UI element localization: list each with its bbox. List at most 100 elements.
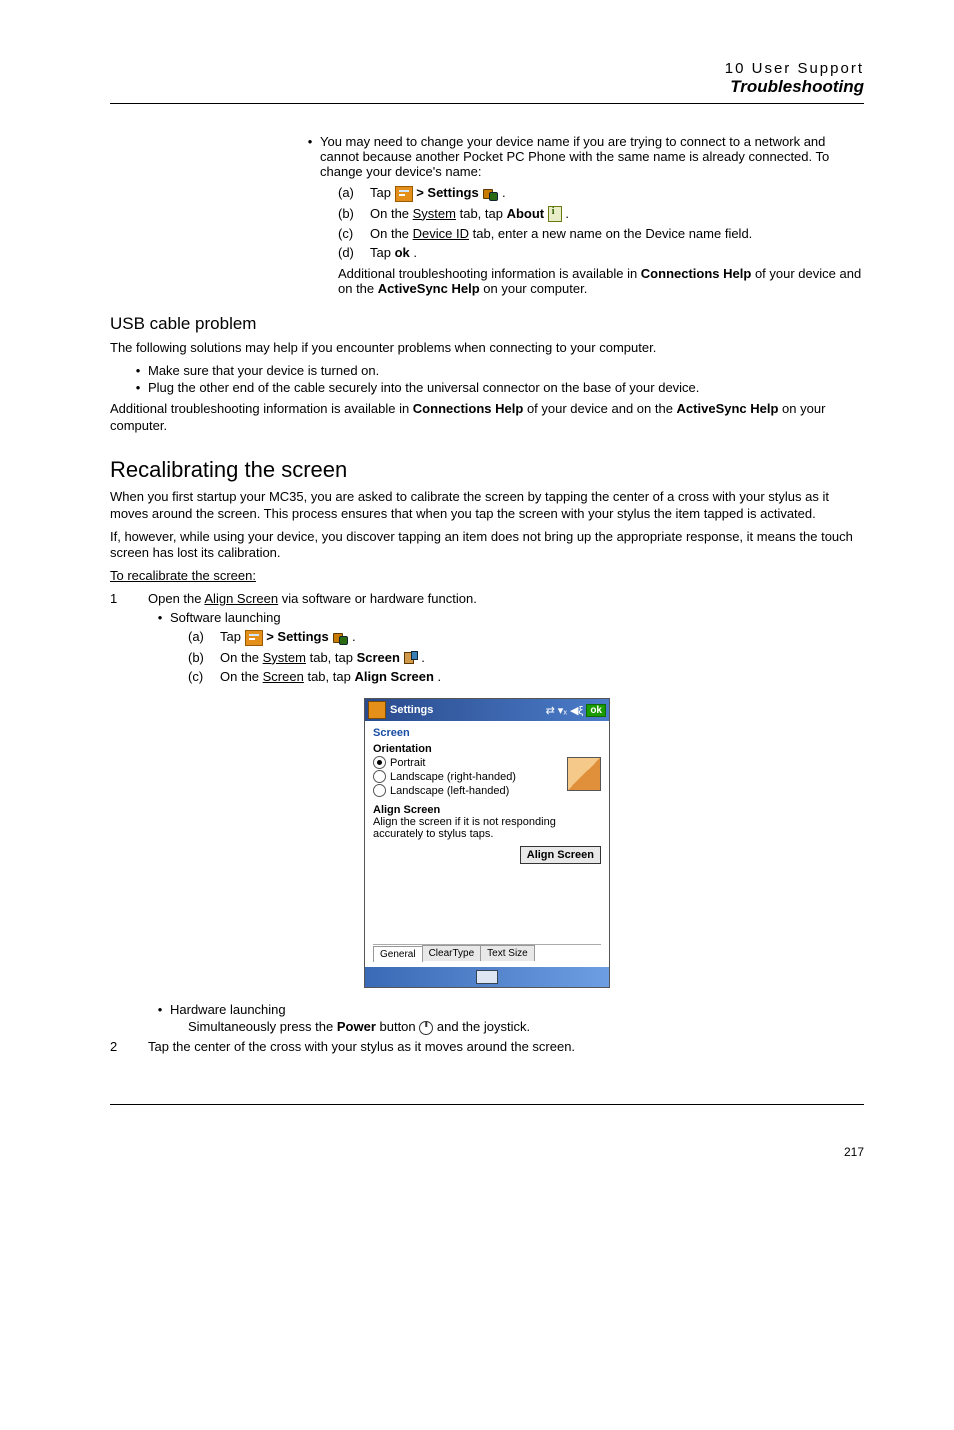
step-b-pre: On the xyxy=(370,206,413,221)
page-number: 217 xyxy=(110,1145,864,1159)
step-c-pre: On the xyxy=(370,226,413,241)
align-screen-desc: Align the screen if it is not responding… xyxy=(373,816,601,840)
n1-post: via software or hardware function. xyxy=(282,591,477,606)
hw-b: Power xyxy=(337,1019,376,1034)
step-b-mid: tab, tap xyxy=(460,206,507,221)
settings-icon xyxy=(332,631,348,645)
soft-label-a: (a) xyxy=(188,629,220,644)
recal-p1: When you first startup your MC35, you ar… xyxy=(110,489,864,523)
bullet-dot: • xyxy=(128,380,148,395)
align-screen-button[interactable]: Align Screen xyxy=(520,846,601,864)
power-icon xyxy=(419,1021,433,1035)
usb-note-b2: ActiveSync Help xyxy=(677,401,779,416)
start-menu-icon[interactable] xyxy=(368,701,386,719)
start-icon xyxy=(245,630,263,646)
step-c-device: Device ID xyxy=(413,226,469,241)
align-screen-heading: Align Screen xyxy=(373,804,601,816)
n2-text: Tap the center of the cross with your st… xyxy=(148,1039,575,1054)
recal-p2: If, however, while using your device, yo… xyxy=(110,529,864,563)
step-c-post: tab, enter a new name on the Device name… xyxy=(473,226,753,241)
hw-pre: Simultaneously press the xyxy=(188,1019,337,1034)
step-b-system: System xyxy=(413,206,456,221)
n1-pre: Open the xyxy=(148,591,204,606)
signal-icon[interactable]: ▾ₓ xyxy=(558,704,567,717)
soft-label-b: (b) xyxy=(188,650,220,665)
keyboard-icon[interactable] xyxy=(476,970,498,984)
volume-icon[interactable]: ◀ξ xyxy=(570,704,583,717)
usb-note-mid: of your device and on the xyxy=(527,401,677,416)
soft-c-post: . xyxy=(438,669,442,684)
step-b-post: . xyxy=(565,206,569,221)
note1-pre: Additional troubleshooting information i… xyxy=(338,266,641,281)
radio-icon[interactable] xyxy=(373,770,386,783)
soft-c-mid: tab, tap xyxy=(307,669,354,684)
bullet-dot: • xyxy=(150,610,170,625)
soft-b-b: Screen xyxy=(357,650,400,665)
bullet-dot: • xyxy=(150,1002,170,1017)
soft-c-pre: On the xyxy=(220,669,263,684)
screen-icon xyxy=(404,651,418,665)
footer-rule xyxy=(110,1104,864,1105)
tab-general[interactable]: General xyxy=(373,946,423,962)
sip-bar xyxy=(365,967,609,987)
step-a-post: . xyxy=(502,185,506,200)
usb-b2: Plug the other end of the cable securely… xyxy=(148,380,864,395)
radio-landscape-left[interactable]: Landscape (left-handed) xyxy=(373,784,567,797)
orientation-label: Orientation xyxy=(373,743,601,755)
radio-icon[interactable] xyxy=(373,784,386,797)
radio-land-l-label: Landscape (left-handed) xyxy=(390,785,509,797)
step-d-bold: ok xyxy=(395,245,410,260)
note1-b2: ActiveSync Help xyxy=(378,281,480,296)
soft-b-pre: On the xyxy=(220,650,263,665)
header-chapter: 10 User Support xyxy=(110,60,864,77)
software-launching: Software launching xyxy=(170,610,864,625)
radio-land-r-label: Landscape (right-handed) xyxy=(390,771,516,783)
step-label-a: (a) xyxy=(338,185,370,200)
note1-b1: Connections Help xyxy=(641,266,752,281)
soft-b-post: . xyxy=(421,650,425,665)
connectivity-icon[interactable]: ⇄ xyxy=(546,704,555,717)
soft-a-pre: Tap xyxy=(220,629,245,644)
start-icon xyxy=(395,186,413,202)
tab-cleartype[interactable]: ClearType xyxy=(422,945,482,961)
usb-b1: Make sure that your device is turned on. xyxy=(148,363,864,378)
soft-b-u: System xyxy=(263,650,306,665)
numlist-2: 2 xyxy=(110,1039,148,1054)
orientation-preview-icon xyxy=(567,757,601,791)
radio-portrait[interactable]: Portrait xyxy=(373,756,567,769)
step-a-mid: > Settings xyxy=(416,185,482,200)
usb-note-b1: Connections Help xyxy=(413,401,524,416)
ok-button[interactable]: ok xyxy=(586,704,606,717)
step-d-post: . xyxy=(413,245,417,260)
header-rule xyxy=(110,103,864,104)
tab-textsize[interactable]: Text Size xyxy=(480,945,535,961)
screen-heading: Screen xyxy=(365,721,609,741)
step-a-pre: Tap xyxy=(370,185,395,200)
note1-post: on your computer. xyxy=(483,281,587,296)
device-name-note: You may need to change your device name … xyxy=(320,134,864,179)
radio-icon[interactable] xyxy=(373,756,386,769)
soft-a-post: . xyxy=(352,629,356,644)
soft-a-mid: > Settings xyxy=(266,629,332,644)
titlebar-title: Settings xyxy=(390,704,543,716)
soft-b-mid: tab, tap xyxy=(310,650,357,665)
hw-mid: button xyxy=(380,1019,420,1034)
n1-u: Align Screen xyxy=(204,591,278,606)
hardware-launching: Hardware launching xyxy=(170,1002,864,1017)
usb-note-pre: Additional troubleshooting information i… xyxy=(110,401,413,416)
step-d-pre: Tap xyxy=(370,245,395,260)
numlist-1: 1 xyxy=(110,591,148,606)
radio-landscape-right[interactable]: Landscape (right-handed) xyxy=(373,770,567,783)
step-label-d: (d) xyxy=(338,245,370,260)
about-icon xyxy=(548,206,562,222)
usb-heading: USB cable problem xyxy=(110,314,864,334)
radio-portrait-label: Portrait xyxy=(390,757,425,769)
soft-label-c: (c) xyxy=(188,669,220,684)
header-section: Troubleshooting xyxy=(110,77,864,97)
titlebar: Settings ⇄ ▾ₓ ◀ξ ok xyxy=(365,699,609,721)
recal-proc-label: To recalibrate the screen: xyxy=(110,568,864,585)
hw-post: and the joystick. xyxy=(437,1019,530,1034)
step-label-c: (c) xyxy=(338,226,370,241)
settings-icon xyxy=(482,187,498,201)
soft-c-u: Screen xyxy=(263,669,304,684)
